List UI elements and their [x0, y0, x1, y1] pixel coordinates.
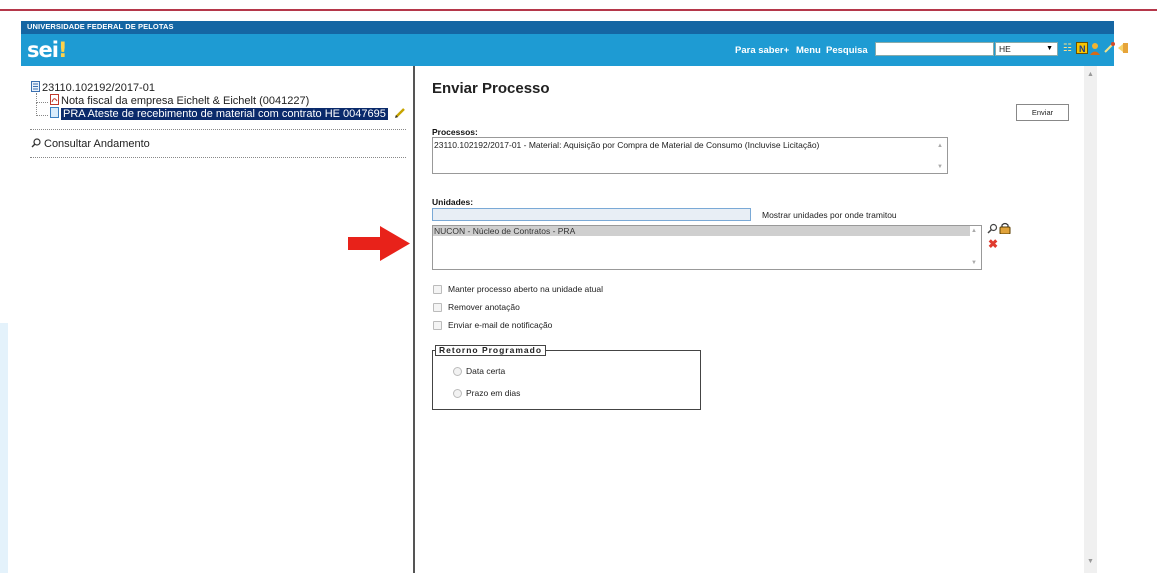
top-accent-line: [0, 9, 1157, 11]
selected-unit-row[interactable]: NUCON - Núcleo de Contratos - PRA: [433, 226, 970, 236]
email-notify-label: Enviar e-mail de notificação: [448, 320, 553, 330]
tree-document-item-selected[interactable]: PRA Ateste de recebimento de material co…: [50, 107, 406, 122]
user-icon[interactable]: [1088, 42, 1101, 55]
enviar-button[interactable]: Enviar: [1016, 104, 1069, 121]
process-number: 23110.102192/2017-01: [42, 82, 155, 94]
data-certa-label: Data certa: [466, 366, 506, 376]
consultar-andamento-link[interactable]: Consultar Andamento: [31, 138, 150, 151]
remove-unit-icon[interactable]: ✖: [988, 237, 998, 251]
tree-connector: [36, 103, 48, 116]
data-certa-radio[interactable]: [453, 367, 462, 376]
chevron-down-icon: ▼: [1046, 45, 1053, 52]
scroll-up-icon[interactable]: ▲: [971, 228, 977, 234]
menu-link[interactable]: Menu: [796, 45, 821, 56]
keep-open-checkbox[interactable]: [433, 285, 442, 294]
search-input[interactable]: [875, 42, 994, 56]
retorno-programado-fieldset: Retorno Programado Data certa Prazo em d…: [432, 345, 701, 410]
scroll-up-icon[interactable]: ▲: [937, 143, 943, 149]
processos-list[interactable]: 23110.102192/2017-01 - Material: Aquisiç…: [432, 137, 948, 174]
list-icon[interactable]: ☷: [1061, 42, 1074, 55]
unidades-input[interactable]: [432, 208, 751, 221]
magnifier-icon: [31, 138, 41, 151]
scroll-down-icon[interactable]: ▼: [1087, 558, 1094, 565]
mostrar-unidades-link[interactable]: Mostrar unidades por onde tramitou: [762, 210, 897, 220]
process-folder-icon: [31, 81, 40, 92]
prazo-dias-radio[interactable]: [453, 389, 462, 398]
logo-text: sei: [27, 38, 59, 62]
university-name: UNIVERSIDADE FEDERAL DE PELOTAS: [27, 22, 174, 31]
notes-icon[interactable]: N: [1075, 42, 1088, 55]
header: UNIVERSIDADE FEDERAL DE PELOTAS sei! Par…: [21, 21, 1128, 66]
pesquisa-link[interactable]: Pesquisa: [826, 45, 868, 56]
exit-icon[interactable]: [1116, 42, 1129, 55]
tree-process-node[interactable]: 23110.102192/2017-01: [31, 81, 155, 94]
svg-text:N: N: [1079, 44, 1086, 54]
unidades-label: Unidades:: [432, 197, 474, 207]
send-process-panel: Enviar Processo Enviar Processos: 23110.…: [421, 66, 1091, 573]
tree-connector: [36, 93, 48, 103]
unidades-list[interactable]: NUCON - Núcleo de Contratos - PRA ▲ ▼: [432, 225, 982, 270]
left-edge-accent: [0, 323, 8, 573]
page-title: Enviar Processo: [432, 80, 550, 97]
red-arrow-annotation: [348, 226, 410, 261]
logo-mark: !: [57, 38, 68, 62]
tools-icon[interactable]: [1102, 42, 1115, 55]
unit-lock-icon[interactable]: [999, 222, 1011, 237]
tree-separator: [30, 157, 406, 158]
keep-open-label: Manter processo aberto na unidade atual: [448, 284, 603, 294]
consultar-label: Consultar Andamento: [44, 138, 150, 150]
search-units-icon[interactable]: [987, 223, 998, 237]
remove-note-label: Remover anotação: [448, 302, 520, 312]
para-saber-link[interactable]: Para saber+: [735, 45, 789, 56]
prazo-dias-label: Prazo em dias: [466, 388, 521, 398]
email-notify-checkbox[interactable]: [433, 321, 442, 330]
document-icon: [50, 107, 59, 118]
processos-value: 23110.102192/2017-01 - Material: Aquisiç…: [434, 140, 820, 150]
page-scrollbar[interactable]: ▲ ▼: [1084, 66, 1097, 573]
scroll-down-icon[interactable]: ▼: [937, 164, 943, 170]
tree-separator: [30, 129, 406, 130]
unit-select[interactable]: HE ▼: [995, 42, 1058, 56]
remove-note-checkbox[interactable]: [433, 303, 442, 312]
university-bar: UNIVERSIDADE FEDERAL DE PELOTAS: [21, 21, 1114, 34]
processos-label: Processos:: [432, 127, 478, 137]
pdf-icon: [50, 94, 59, 105]
scroll-down-icon[interactable]: ▼: [971, 260, 977, 266]
unit-select-value: HE: [999, 44, 1011, 54]
panel-divider[interactable]: [413, 66, 415, 573]
retorno-legend: Retorno Programado: [435, 345, 547, 356]
tree-document-item[interactable]: Nota fiscal da empresa Eichelt & Eichelt…: [50, 94, 309, 107]
scroll-up-icon[interactable]: ▲: [1087, 71, 1094, 78]
document-name: Nota fiscal da empresa Eichelt & Eichelt…: [61, 95, 310, 107]
sei-logo[interactable]: sei!: [27, 38, 67, 62]
pencil-icon[interactable]: [394, 107, 406, 122]
document-name-selected: PRA Ateste de recebimento de material co…: [61, 108, 388, 120]
